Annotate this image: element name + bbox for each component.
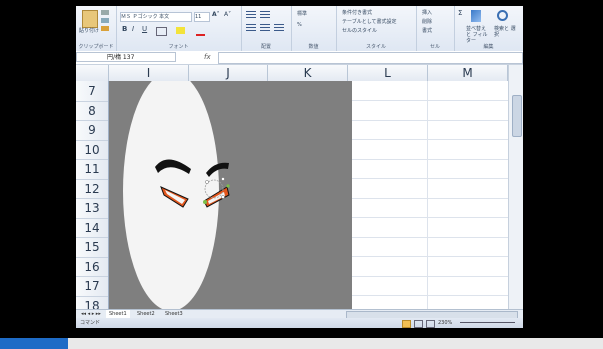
fill-color-icon[interactable]	[176, 27, 185, 34]
sheet-tab[interactable]: Sheet2	[134, 310, 158, 318]
formula-input[interactable]	[218, 52, 523, 64]
row-header[interactable]: 12	[76, 179, 108, 199]
number-group: 標準 % 数値	[291, 6, 337, 51]
font-size-select[interactable]: 11	[194, 12, 210, 22]
row-header[interactable]: 14	[76, 218, 108, 238]
styles-group: 条件付き書式 テーブルとして書式設定 セルのスタイル スタイル	[336, 6, 417, 51]
zoom-slider[interactable]	[460, 322, 515, 323]
row-header[interactable]: 8	[76, 101, 108, 121]
format-painter-icon[interactable]	[101, 26, 109, 31]
editing-group: Σ 並べ替えと フィルター 検索と 選択 編集	[454, 6, 523, 51]
formula-bar: 円/楕 137 fx	[76, 51, 523, 65]
underline-button[interactable]: U	[142, 26, 147, 33]
italic-button[interactable]: I	[132, 26, 134, 33]
face-drawing	[123, 81, 230, 309]
find-select-icon[interactable]	[497, 10, 508, 21]
bold-button[interactable]: B	[122, 26, 127, 33]
gray-rectangle-shape[interactable]	[109, 81, 352, 309]
cells-group-label: セル	[429, 44, 440, 50]
resize-handle[interactable]	[221, 195, 225, 199]
sheet-tab[interactable]: Sheet1	[106, 310, 130, 318]
alignment-group-label: 配置	[260, 44, 271, 50]
font-name-select[interactable]: ＭＳ Ｐゴシック 本文	[120, 12, 192, 22]
number-format-select[interactable]: 標準	[297, 11, 307, 17]
clipboard-group-label: クリップボード	[78, 44, 114, 50]
adjust-handle[interactable]	[226, 184, 230, 188]
format-as-table-button[interactable]: テーブルとして書式設定	[342, 19, 397, 25]
autosum-button[interactable]: Σ	[458, 10, 462, 17]
shrink-font-icon[interactable]: A˅	[224, 12, 231, 18]
row-header[interactable]: 17	[76, 276, 108, 297]
resize-handle[interactable]	[205, 180, 209, 184]
resize-handle[interactable]	[221, 177, 225, 181]
sheet-nav-arrows[interactable]: ◂◂ ◂ ▸ ▸▸	[78, 310, 104, 318]
grow-font-icon[interactable]: A˄	[212, 12, 220, 18]
ribbon: 貼り付け クリップボード ＭＳ Ｐゴシック 本文 11 A˄ A˅ B I U …	[76, 6, 523, 52]
rotation-handle[interactable]	[203, 200, 207, 204]
video-frame: 貼り付け クリップボード ＭＳ Ｐゴシック 本文 11 A˄ A˅ B I U …	[0, 0, 603, 349]
insert-function-button[interactable]: fx	[204, 52, 211, 62]
align-center-icon[interactable]	[260, 24, 270, 32]
row-header[interactable]: 16	[76, 257, 108, 277]
column-header[interactable]: K	[268, 65, 348, 81]
border-icon[interactable]	[156, 27, 167, 36]
row-header[interactable]: 10	[76, 140, 108, 160]
styles-group-label: スタイル	[365, 44, 386, 50]
status-mode: コマンド	[80, 320, 101, 326]
conditional-format-button[interactable]: 条件付き書式	[342, 10, 372, 16]
zoom-level[interactable]: 230%	[438, 318, 452, 328]
paste-label[interactable]: 貼り付け	[79, 28, 99, 34]
row-header[interactable]: 13	[76, 198, 108, 219]
cells-group: 挿入 削除 書式 セル	[416, 6, 455, 51]
font-group: ＭＳ Ｐゴシック 本文 11 A˄ A˅ B I U フォント	[116, 6, 242, 51]
row-header[interactable]: 15	[76, 237, 108, 258]
copy-icon[interactable]	[101, 18, 109, 23]
status-bar: コマンド 230%	[76, 318, 523, 328]
delete-button[interactable]: 削除	[422, 19, 432, 25]
row-headers: 7 8 9 10 11 12 13 14 15 16 17 18	[76, 81, 109, 309]
paste-icon[interactable]	[82, 10, 98, 28]
clipboard-group: 貼り付け クリップボード	[76, 6, 117, 51]
column-headers: I J K L M	[76, 65, 523, 82]
font-color-icon[interactable]	[196, 27, 205, 36]
column-header[interactable]: I	[109, 65, 189, 81]
page-break-icon[interactable]	[426, 320, 435, 328]
sort-filter-icon[interactable]	[471, 10, 481, 22]
row-header[interactable]: 9	[76, 120, 108, 141]
vertical-scrollbar[interactable]	[508, 65, 523, 309]
cell-grid[interactable]	[109, 81, 523, 309]
alignment-group: 配置	[241, 6, 292, 51]
page-layout-icon[interactable]	[414, 320, 423, 328]
align-top-icon[interactable]	[246, 11, 256, 19]
editing-group-label: 編集	[483, 44, 494, 50]
percent-button[interactable]: %	[297, 22, 302, 28]
column-header[interactable]: L	[348, 65, 428, 81]
normal-view-icon[interactable]	[402, 320, 411, 328]
name-box[interactable]: 円/楕 137	[76, 52, 176, 62]
sort-filter-label[interactable]: 並べ替えと フィルター	[466, 26, 490, 44]
row-header[interactable]: 11	[76, 159, 108, 180]
format-button[interactable]: 書式	[422, 28, 432, 34]
font-group-label: フォント	[168, 44, 189, 50]
sheet-tab[interactable]: Sheet3	[162, 310, 186, 318]
align-middle-icon[interactable]	[260, 11, 270, 19]
number-group-label: 数値	[308, 44, 319, 50]
insert-button[interactable]: 挿入	[422, 10, 432, 16]
video-control-bar	[0, 338, 603, 349]
cell-styles-button[interactable]: セルのスタイル	[342, 28, 377, 34]
align-left-icon[interactable]	[246, 24, 256, 32]
column-header[interactable]: M	[428, 65, 508, 81]
row-header[interactable]: 18	[76, 296, 108, 310]
row-header[interactable]: 7	[76, 81, 108, 102]
align-right-icon[interactable]	[274, 24, 284, 32]
column-header[interactable]: J	[189, 65, 268, 81]
excel-window: 貼り付け クリップボード ＭＳ Ｐゴシック 本文 11 A˄ A˅ B I U …	[76, 6, 523, 328]
cut-icon[interactable]	[101, 10, 109, 15]
scroll-thumb[interactable]	[512, 95, 522, 137]
select-all-corner[interactable]	[76, 65, 109, 81]
find-select-label[interactable]: 検索と 選択	[494, 26, 516, 38]
progress-fill[interactable]	[0, 338, 68, 349]
